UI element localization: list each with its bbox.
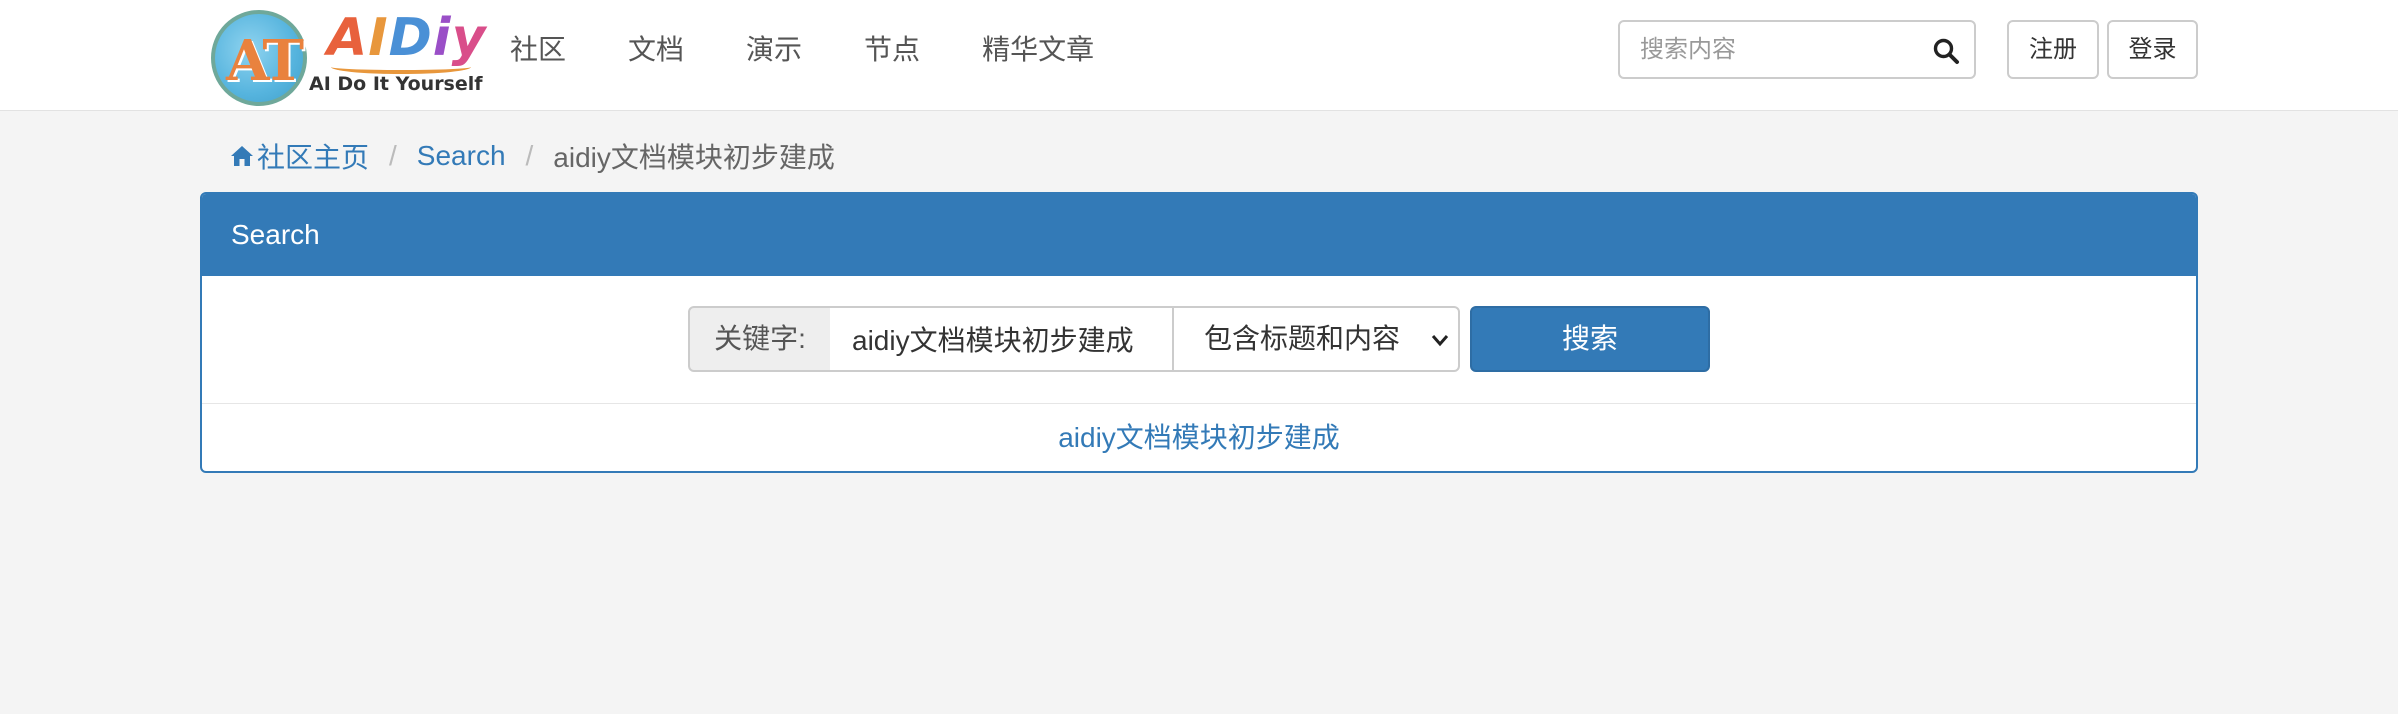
register-button[interactable]: 注册 — [2007, 20, 2099, 79]
logo-circle-emblem: AT — [211, 10, 307, 106]
panel-title: Search — [202, 194, 2196, 276]
search-scope-selected: 包含标题和内容 — [1204, 323, 1401, 354]
nav-item-demos[interactable]: 演示 — [746, 0, 802, 100]
home-icon — [231, 146, 253, 166]
header-search — [1618, 20, 1976, 79]
nav-item-nodes[interactable]: 节点 — [864, 0, 920, 100]
nav-item-docs[interactable]: 文档 — [628, 0, 684, 100]
breadcrumb-separator: / — [389, 140, 397, 171]
search-result-link[interactable]: aidiy文档模块初步建成 — [202, 404, 2196, 471]
breadcrumb-separator: / — [525, 140, 534, 171]
logo-wordmark: AIDiy — [327, 8, 487, 68]
top-navbar: AT AIDiy AI Do It Yourself 社区 文档 演示 节点 精… — [0, 0, 2398, 111]
chevron-down-icon — [1431, 335, 1449, 347]
main-nav: 社区 文档 演示 节点 精华文章 — [510, 0, 1156, 100]
breadcrumb: 社区主页 / Search / aidiy文档模块初步建成 — [229, 136, 835, 176]
keyword-label: 关键字: — [688, 306, 832, 372]
nav-item-community[interactable]: 社区 — [510, 0, 566, 100]
breadcrumb-home[interactable]: 社区主页 — [229, 136, 369, 176]
search-scope-select[interactable]: 包含标题和内容 — [1172, 306, 1460, 372]
logo-circle-text: AT — [225, 28, 304, 94]
logo-tagline: AI Do It Yourself — [309, 73, 483, 95]
search-submit-button[interactable]: 搜索 — [1470, 306, 1710, 372]
search-icon[interactable] — [1932, 37, 1960, 65]
nav-item-featured[interactable]: 精华文章 — [982, 0, 1094, 100]
breadcrumb-home-label: 社区主页 — [257, 142, 370, 173]
site-logo[interactable]: AT AIDiy AI Do It Yourself — [211, 8, 486, 108]
breadcrumb-search[interactable]: Search — [417, 140, 506, 172]
header-search-input[interactable] — [1620, 22, 1920, 77]
logo-swoosh — [331, 60, 471, 74]
login-button[interactable]: 登录 — [2107, 20, 2198, 79]
breadcrumb-current: aidiy文档模块初步建成 — [553, 142, 835, 173]
keyword-input[interactable] — [830, 306, 1174, 372]
